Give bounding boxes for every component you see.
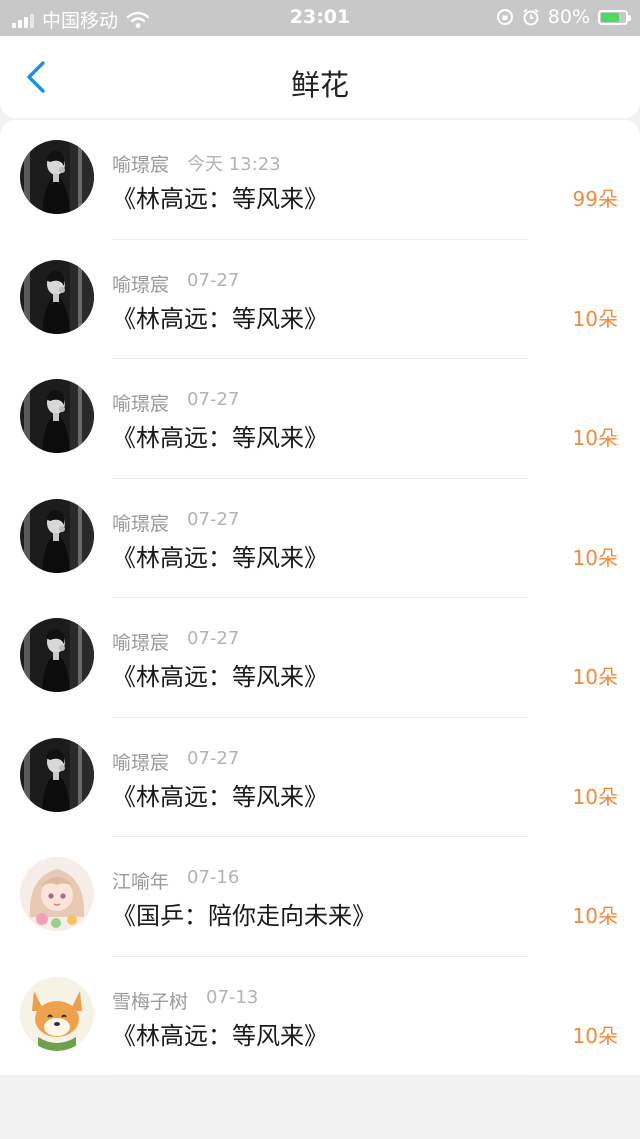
avatar[interactable] <box>20 618 94 692</box>
sender-name: 江喻年 <box>112 871 170 893</box>
list-item[interactable]: 喻璟宸 今天 13:23 《林高远：等风来》 99朵 <box>0 120 640 240</box>
sent-date: 07-13 <box>206 986 259 1008</box>
work-title: 《林高远：等风来》 <box>112 304 328 333</box>
divider <box>112 1075 528 1076</box>
work-title: 《林高远：等风来》 <box>112 782 328 811</box>
list-item[interactable]: 雪梅子树 07-13 《林高远：等风来》 10朵 <box>0 957 640 1076</box>
sender-name: 喻璟宸 <box>112 751 170 774</box>
sent-date: 今天 13:23 <box>187 154 281 175</box>
avatar[interactable] <box>20 857 94 931</box>
work-title: 《林高远：等风来》 <box>112 543 328 572</box>
list-item[interactable]: 江喻年 07-16 《国乒：陪你走向未来》 10朵 <box>0 837 640 957</box>
sender-name: 喻璟宸 <box>112 393 170 415</box>
sender-name: 雪梅子树 <box>112 990 189 1013</box>
work-title: 《林高远：等风来》 <box>112 185 328 213</box>
sent-date: 07-27 <box>187 747 240 769</box>
list-item[interactable]: 喻璟宸 07-27 《林高远：等风来》 10朵 <box>0 479 640 598</box>
sent-date: 07-27 <box>187 269 240 291</box>
alarm-icon <box>523 8 539 26</box>
flower-count: 99朵 <box>572 187 618 211</box>
avatar[interactable] <box>20 976 94 1051</box>
list-item[interactable]: 喻璟宸 07-27 《林高远：等风来》 10朵 <box>0 240 640 359</box>
page-title: 鲜花 <box>290 68 349 102</box>
flower-count: 10朵 <box>572 1023 618 1048</box>
flower-count: 10朵 <box>572 784 618 809</box>
battery-percent: 80% <box>547 6 590 28</box>
flower-count: 10朵 <box>572 904 618 928</box>
sent-date: 07-16 <box>187 867 240 888</box>
avatar[interactable] <box>20 379 94 453</box>
flower-list: 喻璟宸 今天 13:23 《林高远：等风来》 99朵 喻璟宸 07-27 《林高远：等风来》… <box>0 120 640 1076</box>
nav-bar: 鲜花 <box>0 36 640 118</box>
list-item[interactable]: 喻璟宸 07-27 《林高远：等风来》 10朵 <box>0 359 640 479</box>
sent-date: 07-27 <box>187 508 240 530</box>
flower-count: 10朵 <box>572 545 618 570</box>
battery-icon <box>598 9 631 25</box>
list-item[interactable]: 喻璟宸 07-27 《林高远：等风来》 10朵 <box>0 718 640 837</box>
sender-name: 喻璟宸 <box>112 273 170 296</box>
sender-name: 喻璟宸 <box>112 154 170 176</box>
avatar[interactable] <box>20 140 94 214</box>
sender-name: 喻璟宸 <box>112 632 170 654</box>
status-bar: 中国移动 23:01 80% <box>0 0 640 36</box>
flower-count: 10朵 <box>572 426 618 450</box>
rotation-lock-icon <box>496 9 513 25</box>
avatar[interactable] <box>20 498 94 573</box>
work-title: 《林高远：等风来》 <box>112 424 328 452</box>
status-right: 80% <box>496 6 631 28</box>
sent-date: 07-27 <box>187 628 240 649</box>
work-title: 《国乒：陪你走向未来》 <box>112 902 376 930</box>
avatar[interactable] <box>20 737 94 812</box>
flower-count: 10朵 <box>572 306 618 331</box>
flower-count: 10朵 <box>572 665 618 689</box>
list-item[interactable]: 喻璟宸 07-27 《林高远：等风来》 10朵 <box>0 598 640 718</box>
sender-name: 喻璟宸 <box>112 512 170 535</box>
work-title: 《林高远：等风来》 <box>112 663 328 691</box>
work-title: 《林高远：等风来》 <box>112 1021 328 1050</box>
sent-date: 07-27 <box>187 389 240 410</box>
avatar[interactable] <box>20 259 94 334</box>
